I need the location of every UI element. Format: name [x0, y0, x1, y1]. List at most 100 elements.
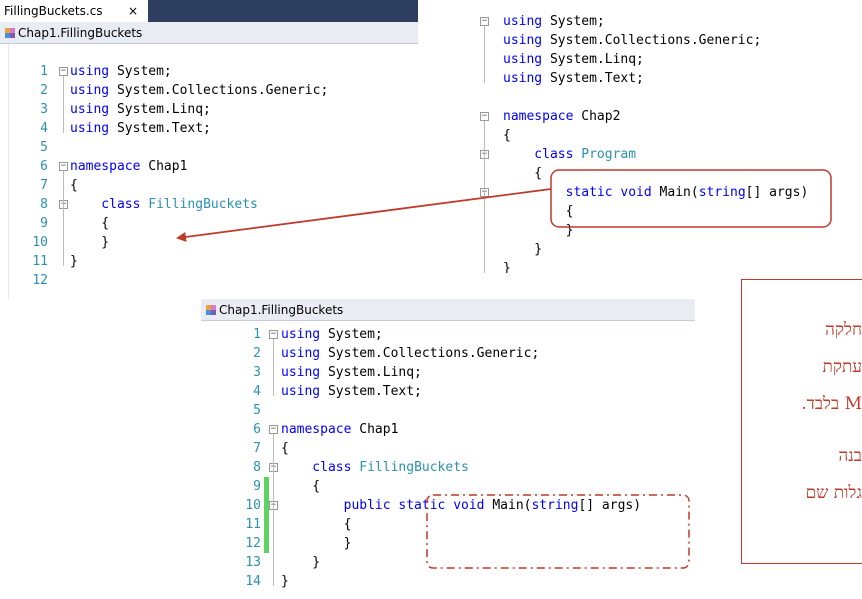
- code-token: string: [531, 498, 579, 513]
- line-number: 10: [32, 235, 48, 250]
- code-line[interactable]: {: [503, 202, 574, 221]
- code-token: System;: [109, 64, 172, 79]
- code-line[interactable]: namespace Chap1: [281, 420, 398, 439]
- code-line[interactable]: using System.Linq;: [281, 363, 422, 382]
- type-navigation-dropdown[interactable]: Chap1.FillingBuckets: [0, 22, 418, 44]
- code-line[interactable]: public static void Main(string[] args): [281, 496, 641, 515]
- type-navigation-dropdown-result[interactable]: Chap1.FillingBuckets: [201, 299, 695, 321]
- code-line[interactable]: {: [70, 214, 109, 233]
- editor-panel-original: FillingBuckets.cs × Chap1.FillingBuckets…: [0, 0, 418, 299]
- nav-label: Chap1.FillingBuckets: [18, 26, 143, 40]
- fold-guide: [484, 121, 485, 273]
- code-token: class: [281, 460, 352, 475]
- code-token: System.Linq;: [109, 102, 211, 117]
- code-line[interactable]: {: [503, 126, 511, 145]
- code-token: namespace: [281, 422, 352, 437]
- code-line[interactable]: class Program: [503, 145, 636, 164]
- code-token: Chap1: [140, 159, 188, 174]
- code-line[interactable]: }: [281, 572, 289, 591]
- code-line[interactable]: }: [503, 221, 574, 240]
- code-token: static: [503, 185, 613, 200]
- code-token: class: [70, 197, 141, 212]
- line-number: 6: [40, 159, 48, 174]
- code-line[interactable]: using System.Collections.Generic;: [503, 31, 761, 50]
- line-number: 11: [32, 254, 48, 269]
- collapse-icon[interactable]: −: [269, 425, 278, 434]
- collapse-icon[interactable]: −: [480, 17, 489, 26]
- collapse-icon[interactable]: −: [59, 162, 68, 171]
- line-number: 13: [245, 555, 261, 570]
- code-token: using: [281, 346, 321, 361]
- line-number: 7: [40, 178, 48, 193]
- code-line[interactable]: using System.Collections.Generic;: [70, 81, 328, 100]
- code-token: System.Collections.Generic;: [320, 346, 540, 361]
- close-icon[interactable]: ×: [128, 0, 138, 22]
- code-token: FillingBuckets: [140, 197, 258, 212]
- code-line[interactable]: }: [70, 252, 78, 271]
- fold-guide: [484, 26, 485, 83]
- code-line[interactable]: {: [281, 439, 289, 458]
- code-line[interactable]: namespace Chap2: [503, 107, 620, 126]
- editor-panel-result: Chap1.FillingBuckets 1 using System; 2 usin…: [201, 299, 695, 599]
- line-number: 9: [40, 216, 48, 231]
- code-line[interactable]: {: [70, 176, 78, 195]
- line-number: 4: [40, 121, 48, 136]
- code-line[interactable]: }: [503, 259, 511, 273]
- code-token: Program: [573, 147, 637, 162]
- code-line[interactable]: }: [281, 534, 352, 553]
- change-indicator-bar: [264, 477, 269, 553]
- code-line[interactable]: {: [281, 477, 320, 496]
- code-token: }: [281, 555, 321, 570]
- code-token: namespace: [70, 159, 141, 174]
- line-number: 7: [253, 441, 261, 456]
- collapse-icon[interactable]: −: [480, 112, 489, 121]
- code-token: {: [503, 166, 543, 181]
- code-line[interactable]: using System.Text;: [281, 382, 422, 401]
- line-number: 12: [245, 536, 261, 551]
- code-token: using: [503, 52, 543, 67]
- code-line[interactable]: namespace Chap1: [70, 157, 187, 176]
- code-line[interactable]: }: [70, 233, 109, 252]
- code-token: string: [698, 185, 746, 200]
- code-token: [] args): [578, 498, 642, 513]
- tab-fillingbuckets-cs[interactable]: FillingBuckets.cs ×: [0, 0, 148, 22]
- code-line[interactable]: class FillingBuckets: [70, 195, 258, 214]
- code-line[interactable]: using System.Collections.Generic;: [281, 344, 539, 363]
- code-token: }: [281, 574, 289, 589]
- collapse-icon[interactable]: −: [269, 330, 278, 339]
- code-token: using: [503, 33, 543, 48]
- fold-guide: [63, 76, 64, 133]
- code-line[interactable]: using System.Text;: [503, 69, 644, 88]
- class-icon: [206, 305, 216, 315]
- code-line[interactable]: using System;: [281, 325, 383, 344]
- code-line[interactable]: using System.Text;: [70, 119, 211, 138]
- code-token: using: [281, 365, 321, 380]
- code-line[interactable]: static void Main(string[] args): [503, 183, 809, 202]
- code-token: }: [281, 536, 352, 551]
- code-line[interactable]: }: [503, 240, 542, 259]
- code-line[interactable]: using System;: [70, 62, 172, 81]
- hebrew-note-box: חלקה עתקת M בלבד. בנה גלות שם: [741, 279, 862, 564]
- code-line[interactable]: {: [503, 164, 542, 183]
- class-icon: [5, 28, 15, 38]
- code-line[interactable]: }: [281, 553, 320, 572]
- code-line[interactable]: using System.Linq;: [70, 100, 211, 119]
- code-token: }: [70, 254, 78, 269]
- code-token: System.Linq;: [320, 365, 422, 380]
- code-line[interactable]: {: [281, 515, 352, 534]
- code-token: {: [503, 128, 511, 143]
- code-token: {: [70, 178, 78, 193]
- note-line-2: עתקת: [822, 357, 862, 377]
- code-token: System;: [320, 327, 383, 342]
- code-line[interactable]: using System;: [503, 12, 605, 31]
- code-token: {: [503, 204, 574, 219]
- code-line[interactable]: using System.Linq;: [503, 50, 644, 69]
- line-number: 8: [40, 197, 48, 212]
- code-token: {: [281, 517, 352, 532]
- code-token: void: [453, 498, 485, 513]
- code-line[interactable]: class FillingBuckets: [281, 458, 469, 477]
- code-token: class: [503, 147, 574, 162]
- code-token: System.Collections.Generic;: [109, 83, 329, 98]
- collapse-icon[interactable]: −: [59, 67, 68, 76]
- line-number: 3: [253, 365, 261, 380]
